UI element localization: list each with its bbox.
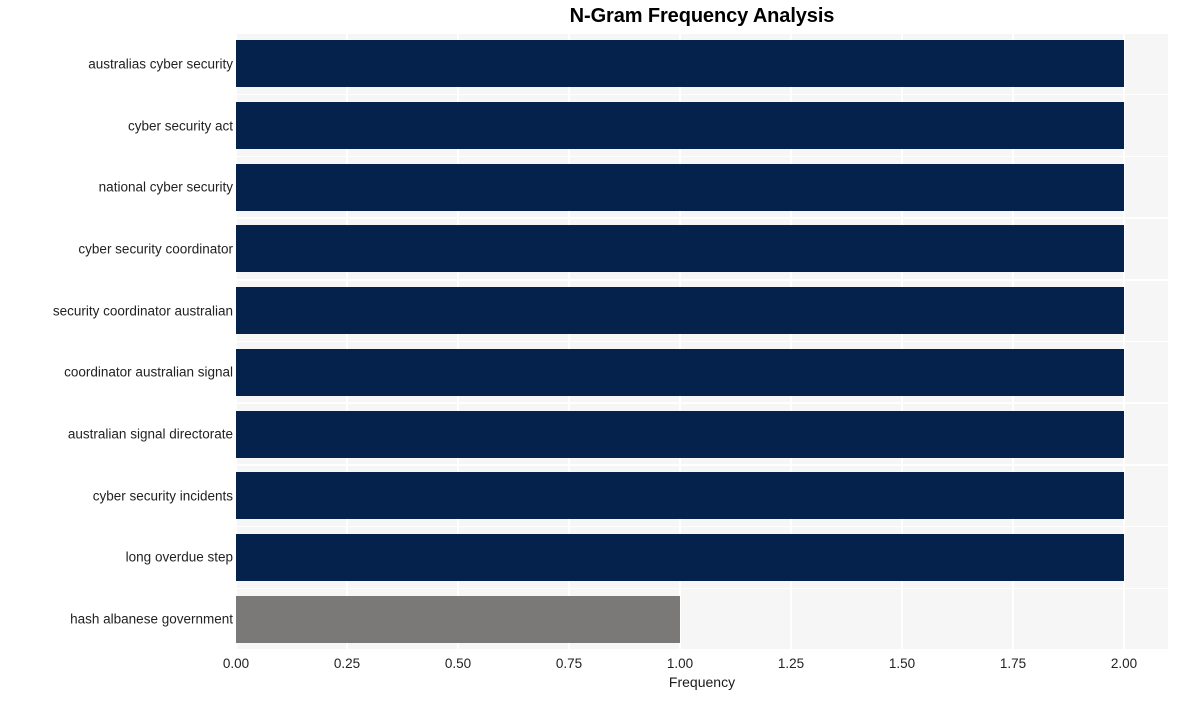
y-axis-tick-label: long overdue step bbox=[125, 549, 233, 565]
y-axis-tick-label: hash albanese government bbox=[70, 611, 233, 627]
bar bbox=[236, 348, 1124, 396]
x-axis-tick-label: 1.75 bbox=[999, 656, 1027, 671]
y-axis-tick-label: coordinator australian signal bbox=[64, 364, 233, 380]
bar bbox=[236, 225, 1124, 273]
x-axis-tick-label: 1.50 bbox=[888, 656, 916, 671]
x-axis-tick-labels: 0.00 0.25 0.50 0.75 1.00 1.25 1.50 1.75 2.00 bbox=[0, 650, 1177, 676]
y-axis-tick-label: cyber security coordinator bbox=[78, 241, 233, 257]
x-axis-tick-label: 2.00 bbox=[1110, 656, 1138, 671]
bar bbox=[236, 40, 1124, 88]
bar bbox=[236, 287, 1124, 335]
chart-figure: N-Gram Frequency Analysis australias cyb… bbox=[0, 0, 1177, 701]
x-axis-tick-label: 0.50 bbox=[444, 656, 472, 671]
y-axis-tick-label: australias cyber security bbox=[88, 56, 233, 72]
chart-title: N-Gram Frequency Analysis bbox=[569, 5, 835, 27]
y-axis-tick-label: national cyber security bbox=[98, 179, 233, 195]
x-axis-tick-label: 1.00 bbox=[666, 656, 694, 671]
y-axis-tick-label: cyber security incidents bbox=[92, 488, 233, 504]
horizontal-gridline bbox=[236, 402, 1168, 404]
horizontal-gridline bbox=[236, 340, 1168, 343]
bar bbox=[236, 163, 1124, 211]
bar bbox=[236, 472, 1124, 520]
horizontal-gridline bbox=[236, 33, 1168, 34]
horizontal-gridline bbox=[236, 93, 1168, 96]
x-axis-tick-label: 1.25 bbox=[777, 656, 805, 671]
x-axis-title: Frequency bbox=[668, 674, 736, 690]
bar bbox=[236, 410, 1124, 458]
y-axis-tick-label: australian signal directorate bbox=[67, 426, 233, 442]
horizontal-gridline bbox=[236, 587, 1168, 590]
y-axis-tick-labels: australias cyber security cyber security … bbox=[0, 33, 233, 650]
horizontal-gridline bbox=[236, 279, 1168, 281]
horizontal-gridline bbox=[236, 155, 1168, 158]
bar bbox=[236, 533, 1124, 581]
horizontal-gridline bbox=[236, 217, 1168, 219]
horizontal-gridline bbox=[236, 525, 1168, 528]
x-axis-tick-label: 0.25 bbox=[333, 656, 361, 671]
y-axis-tick-label: security coordinator australian bbox=[52, 303, 233, 319]
x-axis-tick-label: 0.00 bbox=[222, 656, 250, 671]
bar bbox=[236, 595, 680, 643]
horizontal-gridline bbox=[236, 464, 1168, 466]
bar bbox=[236, 102, 1124, 150]
y-axis-tick-label: cyber security act bbox=[127, 118, 233, 134]
plot-area bbox=[236, 33, 1168, 650]
x-axis-tick-label: 0.75 bbox=[555, 656, 583, 671]
